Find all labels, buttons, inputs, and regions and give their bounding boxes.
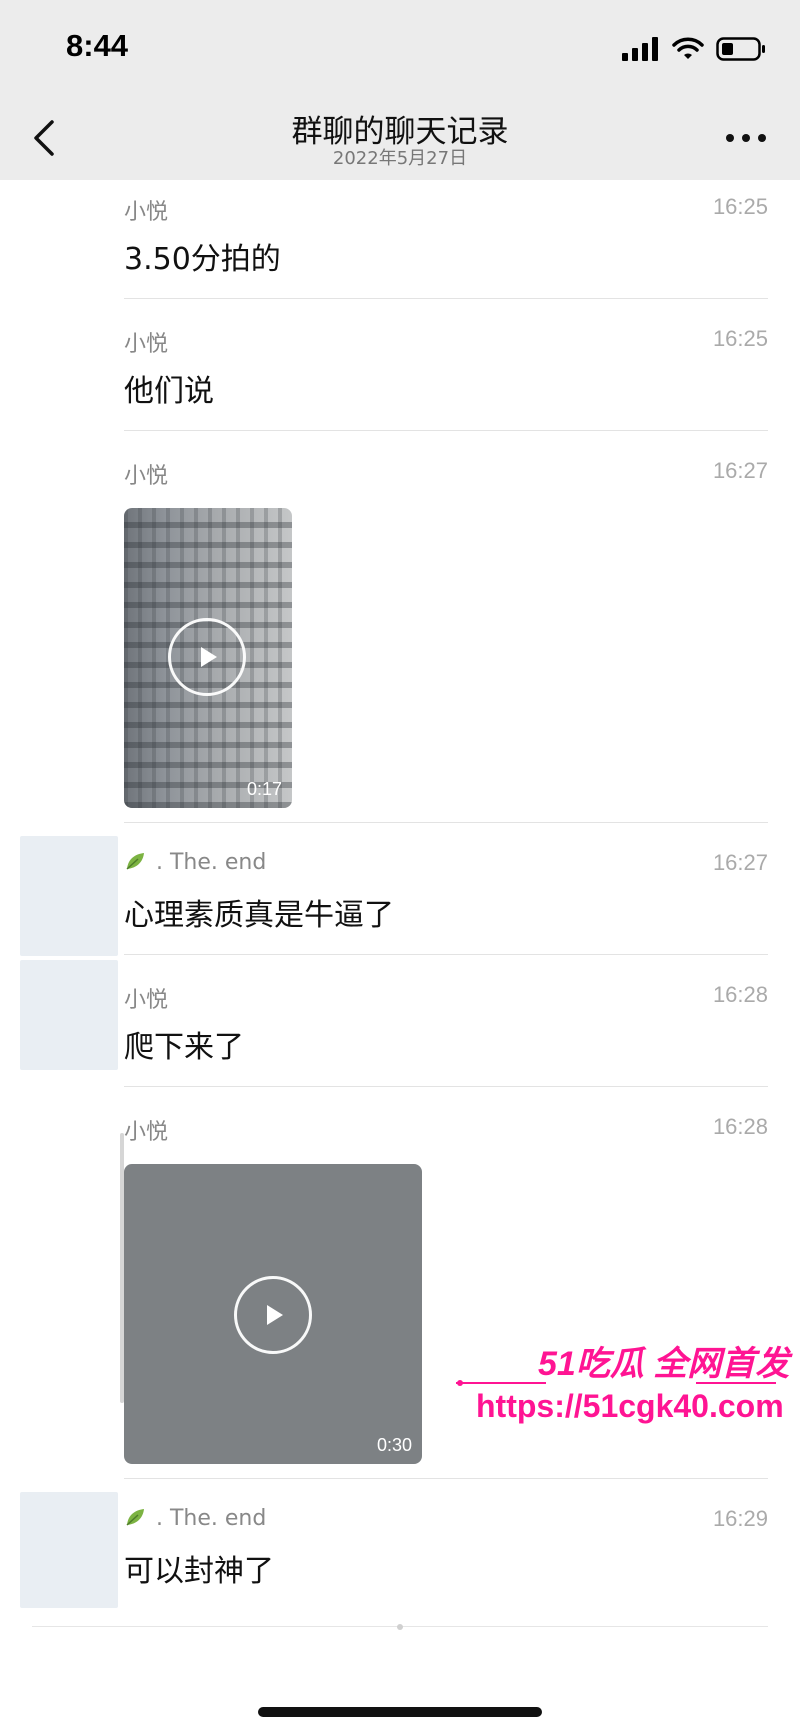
message-time: 16:25: [712, 326, 768, 351]
message-time: 16:27: [712, 458, 768, 483]
sender-name-text: . The. end: [156, 850, 267, 875]
divider: [124, 298, 768, 299]
video-duration: 0:30: [376, 1435, 412, 1455]
play-icon: [267, 1305, 283, 1325]
leaf-icon: [126, 1509, 144, 1526]
divider: [124, 430, 768, 431]
more-dots-icon: [726, 134, 766, 142]
message-time: 16:28: [712, 1114, 768, 1139]
watermark-circuit-line: [456, 1380, 776, 1386]
watermark-url: https://51cgk40.com: [476, 1388, 784, 1424]
bottom-dot: [397, 1624, 403, 1630]
list-item[interactable]: 小悦 16:28 爬下来了: [124, 982, 768, 1082]
cellular-signal-icon: [622, 37, 658, 61]
message-time: 16:25: [712, 194, 768, 219]
sender-name: 小悦: [124, 1120, 169, 1145]
sender-name: 小悦: [124, 332, 169, 357]
more-button[interactable]: [722, 126, 770, 150]
list-item[interactable]: . The. end 16:29 可以封神了: [124, 1506, 768, 1606]
divider: [124, 1478, 768, 1479]
battery-icon: [716, 37, 765, 61]
wifi-icon: [672, 37, 704, 59]
avatar[interactable]: [20, 960, 118, 1070]
list-item[interactable]: . The. end 16:27 心理素质真是牛逼了: [124, 850, 768, 950]
page-subtitle-date: 2022年5月27日: [332, 148, 468, 169]
status-icons: [622, 34, 766, 64]
status-bar: 8:44: [0, 0, 800, 96]
leaf-icon: [126, 853, 144, 870]
nav-bar: 群聊的聊天记录 2022年5月27日: [0, 96, 800, 180]
message-time: 16:29: [712, 1506, 768, 1531]
sender-name: 小悦: [124, 200, 169, 225]
home-indicator[interactable]: [258, 1707, 542, 1717]
scrollbar[interactable]: [120, 1133, 124, 1403]
list-item[interactable]: 小悦 16:27 0:17: [124, 458, 768, 818]
message-text: 心理素质真是牛逼了: [124, 898, 394, 933]
play-icon: [201, 647, 217, 667]
message-time: 16:28: [712, 982, 768, 1007]
sender-name: 小悦: [124, 988, 169, 1013]
divider: [124, 1086, 768, 1087]
video-duration: 0:17: [246, 779, 282, 799]
video-thumbnail[interactable]: 0:17: [124, 508, 292, 808]
message-text: 他们说: [124, 374, 214, 409]
message-time: 16:27: [712, 850, 768, 875]
message-text: 可以封神了: [124, 1554, 274, 1589]
play-button[interactable]: [234, 1276, 312, 1354]
list-item[interactable]: 小悦 16:25 他们说: [124, 326, 768, 426]
sender-name: . The. end: [124, 850, 266, 875]
sender-name-text: . The. end: [156, 1506, 267, 1531]
status-time: 8:44: [66, 28, 129, 63]
sender-name: . The. end: [124, 1506, 266, 1531]
avatar[interactable]: [20, 1492, 118, 1608]
list-item[interactable]: 小悦 16:25 3.50分拍的: [124, 194, 768, 294]
avatar[interactable]: [20, 836, 118, 956]
chat-history-list[interactable]: 小悦 16:25 3.50分拍的 小悦 16:25 他们说 小悦 16:27 0…: [0, 180, 800, 1680]
message-text: 爬下来了: [124, 1030, 244, 1065]
divider: [124, 822, 768, 823]
watermark: 51吃瓜 全网首发 https://51cgk40.com: [456, 1336, 789, 1436]
sender-name: 小悦: [124, 464, 169, 489]
message-text: 3.50分拍的: [124, 242, 281, 277]
play-button[interactable]: [168, 618, 246, 696]
divider: [124, 954, 768, 955]
video-thumbnail[interactable]: 0:30: [124, 1164, 422, 1464]
